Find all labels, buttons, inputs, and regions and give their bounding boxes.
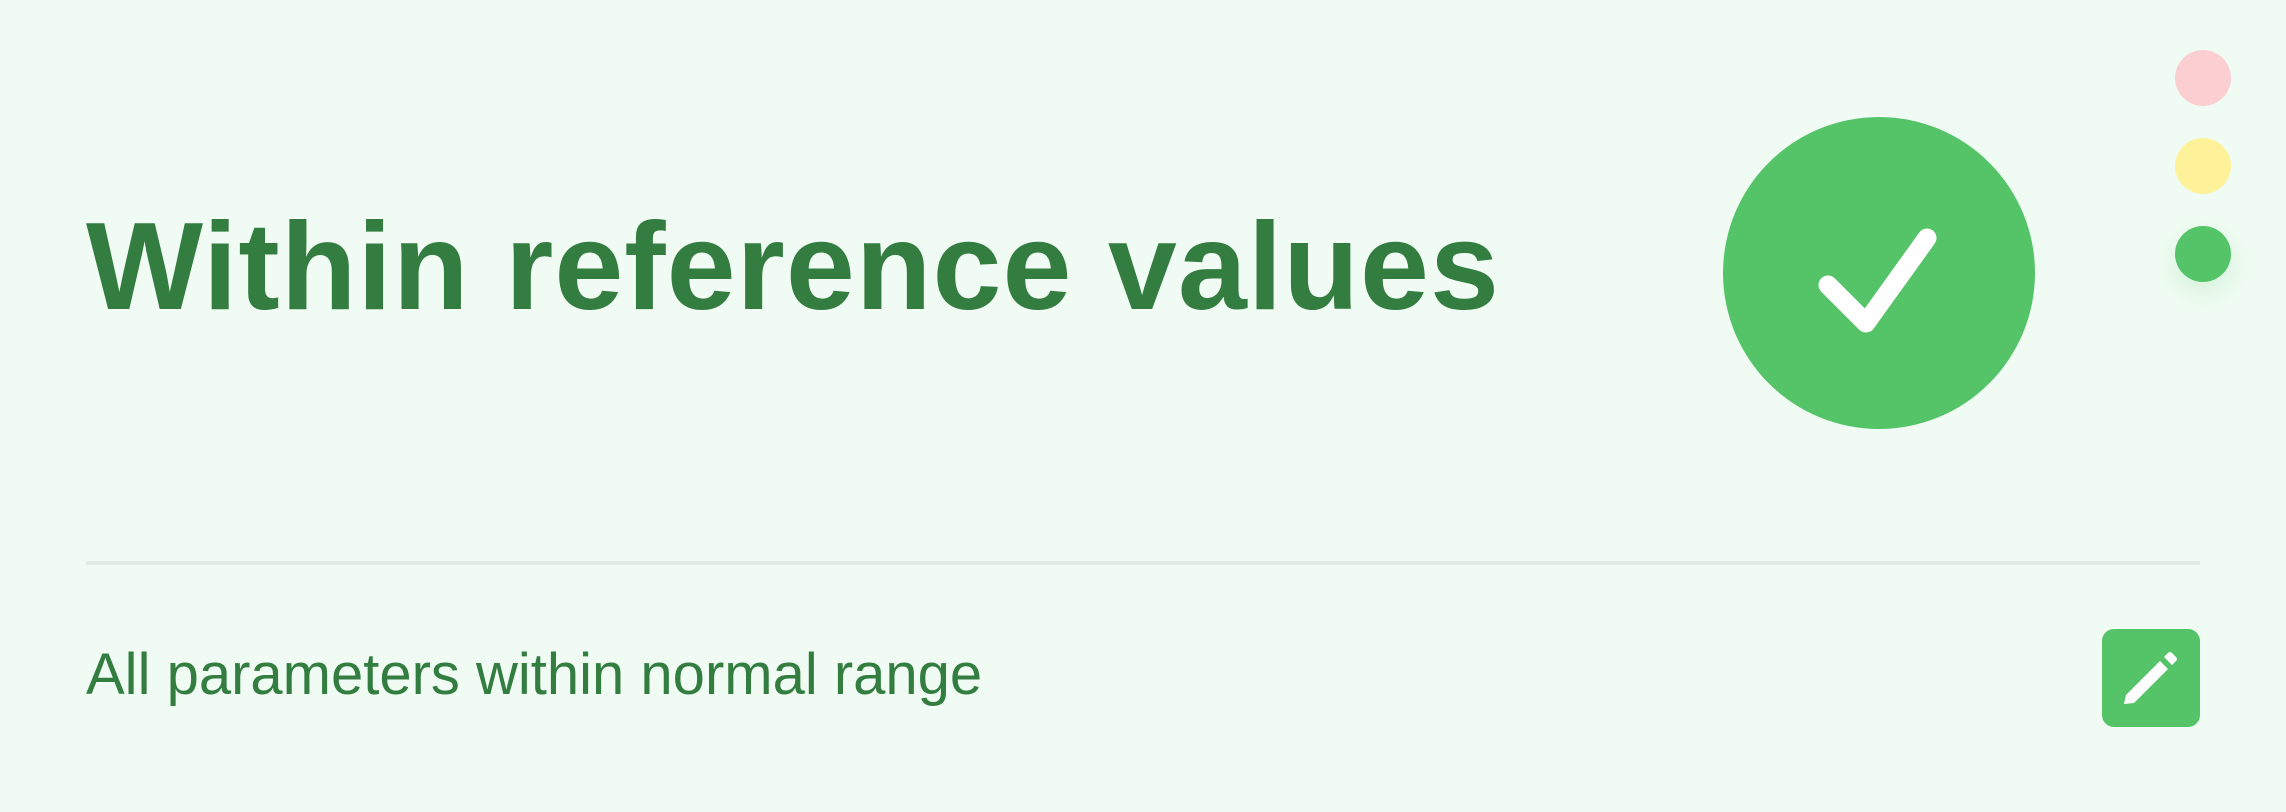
status-description: All parameters within normal range [86,642,983,707]
yellow-light-option[interactable] [2175,138,2231,194]
green-light-option[interactable] [2175,226,2231,282]
status-indicator [1723,117,2035,429]
traffic-light-selector [2175,50,2231,282]
check-icon [1818,228,1937,333]
red-light-option[interactable] [2175,50,2231,106]
divider [86,561,2200,565]
pencil-icon [2124,652,2177,704]
edit-button[interactable] [2102,629,2200,727]
status-card: Within reference values All parameters w… [0,0,2286,812]
status-headline: Within reference values [86,198,1500,336]
